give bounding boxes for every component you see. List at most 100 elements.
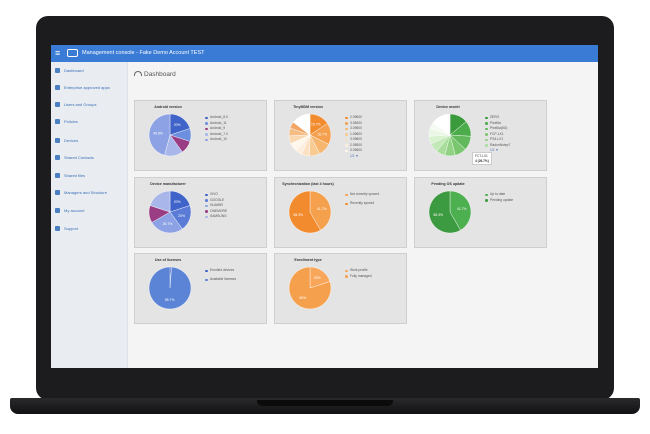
legend-dot	[485, 116, 488, 120]
chart-legend: Up to date Pending update	[485, 192, 520, 207]
card-use-of-licenses: Use of licenses 98.7% Enrolled devices Avai…	[134, 253, 267, 324]
sidebar-item-dashboard[interactable]: Dashboard	[51, 64, 128, 78]
legend-dot	[205, 133, 208, 136]
legend-label: RadonNotep7	[490, 142, 511, 147]
chart-legend: VIVO GOOGLE HUAWEI ONEMORE SAMSUNG	[205, 192, 227, 220]
legend-item[interactable]: Android_10	[205, 137, 228, 143]
slice-label: 45.8%	[153, 131, 163, 135]
legend-dot	[345, 275, 348, 278]
legend-dot	[485, 144, 488, 147]
legend-label: Enrolled devices	[210, 268, 235, 272]
main-content: Dashboard Android version 20% 45.8% Android…	[128, 62, 598, 368]
chart-legend: ZERO Pixel6a Pixel6a(5G) FCP-LX1 PS4-LX1 Rado…	[485, 115, 510, 152]
managers-icon	[55, 190, 60, 195]
legend-label: Work profile	[350, 268, 368, 272]
laptop-screen: ≡ Management console - Fake Demo Account…	[51, 45, 598, 368]
legend-dot	[345, 144, 348, 147]
contacts-icon	[55, 155, 60, 160]
legend-label: Up to date	[490, 192, 506, 196]
legend-pager[interactable]: 1/2 ▼	[345, 154, 362, 158]
apps-icon	[55, 85, 60, 90]
sidebar: Dashboard Enterprise approved apps Users…	[51, 62, 128, 368]
legend-item[interactable]: 3.09600	[345, 148, 362, 154]
sidebar-item-enterprise-apps[interactable]: Enterprise approved apps	[51, 81, 128, 95]
sidebar-item-policies[interactable]: Policies	[51, 115, 128, 129]
legend-dot	[205, 215, 208, 219]
pie-chart	[428, 113, 472, 157]
slice-label: 41.7%	[457, 207, 467, 211]
legend-label: Pixel6a	[490, 120, 501, 125]
legend-label: HUAWEI	[210, 203, 224, 207]
card-title: Use of licenses	[154, 258, 182, 262]
legend-item[interactable]: Not recently synced	[345, 192, 380, 201]
pie-chart: 20% 20% 26.7%	[148, 190, 192, 234]
pie-chart: 20% 45.8%	[148, 113, 192, 157]
sidebar-item-support[interactable]: Support	[51, 222, 128, 236]
device-icon	[67, 49, 78, 57]
legend-label: Pending update	[490, 197, 514, 202]
legend-item[interactable]: Fully managed	[345, 274, 380, 283]
sidebar-item-contacts[interactable]: Shared Contacts	[51, 151, 128, 165]
legend-dot	[205, 204, 208, 208]
legend-item[interactable]: Recently synced	[345, 201, 380, 210]
hamburger-icon[interactable]: ≡	[55, 47, 60, 59]
slice-label: 80%	[299, 296, 306, 300]
card-title: Device manufacturer	[150, 182, 186, 186]
legend-dot	[205, 210, 208, 213]
legend-dot	[205, 116, 208, 120]
chart-legend: Android_8.0 Android_11 Android_9 Android_7.…	[205, 115, 228, 143]
sidebar-item-label: Shared Contacts	[64, 155, 94, 160]
slice-label: 16.7%	[317, 132, 327, 136]
legend-dot	[205, 193, 208, 197]
pie-chart: 15.7% 16.7%	[288, 113, 332, 157]
sidebar-item-account[interactable]: My account	[51, 204, 128, 218]
legend-item[interactable]: Pending update	[485, 198, 520, 207]
legend-label: GOOGLE	[210, 197, 225, 202]
sidebar-item-users[interactable]: Users and Groups	[51, 98, 128, 112]
pie-chart: 41.7% 58.3%	[288, 190, 332, 234]
card-pending-os-update: Pending OS update 41.7% 58.3% Up to date Pen…	[414, 177, 547, 248]
slice-label: 20%	[314, 276, 321, 280]
dashboard-icon	[55, 68, 60, 73]
pie-slice[interactable]	[148, 266, 192, 310]
pie-chart: 98.7%	[148, 266, 192, 310]
legend-label: Recently synced	[350, 201, 375, 205]
card-android-version: Android version 20% 45.8% Android_8.0 Androi…	[134, 100, 267, 171]
legend-dot	[205, 269, 208, 273]
slice-label: 20%	[178, 214, 185, 218]
console-title: Management console - Fake Demo Account T…	[82, 50, 205, 56]
legend-item[interactable]: Available licenses	[205, 277, 240, 286]
legend-label: 2.08900	[350, 142, 362, 147]
legend-label: Pixel6a(5G)	[490, 126, 508, 130]
slice-label: 26.7%	[163, 222, 173, 226]
legend-dot	[345, 202, 348, 206]
support-icon	[55, 226, 60, 231]
legend-label: FCP-LX1	[490, 131, 504, 136]
sidebar-item-files[interactable]: Shared files	[51, 169, 128, 183]
page-title-text: Dashboard	[144, 71, 176, 78]
legend-dot	[485, 133, 488, 136]
legend-item[interactable]: Enrolled devices	[205, 268, 240, 277]
legend-item[interactable]: RadonNotep7	[485, 143, 510, 149]
legend-label: Android_9	[210, 126, 226, 130]
sidebar-item-devices[interactable]: Devices	[51, 134, 128, 148]
sidebar-item-managers[interactable]: Managers and Structure	[51, 186, 128, 200]
legend-dot	[485, 122, 488, 125]
legend-dot	[485, 193, 488, 197]
card-title: Pending OS update	[431, 182, 465, 186]
legend-label: SAMSUNG	[210, 214, 227, 218]
chart-legend: Enrolled devices Available licenses	[205, 268, 240, 286]
files-icon	[55, 173, 60, 178]
slice-label: 20%	[174, 123, 181, 127]
account-icon	[55, 208, 60, 213]
legend-dot	[485, 138, 488, 142]
legend-label: Android_7.0	[210, 131, 228, 136]
legend-dot	[345, 149, 348, 153]
chart-legend: 2.09600 3.08400 3.09600 1.09600 3.09800 2.089…	[345, 115, 362, 158]
card-device-manufacturer: Device manufacturer 20% 20% 26.7% VIVO GOOGLE…	[134, 177, 267, 248]
legend-dot	[345, 122, 348, 125]
legend-item[interactable]: SAMSUNG	[205, 214, 227, 220]
legend-label: Not recently synced	[350, 192, 379, 196]
laptop-notch	[257, 400, 393, 406]
legend-label: Fully managed	[350, 273, 372, 278]
